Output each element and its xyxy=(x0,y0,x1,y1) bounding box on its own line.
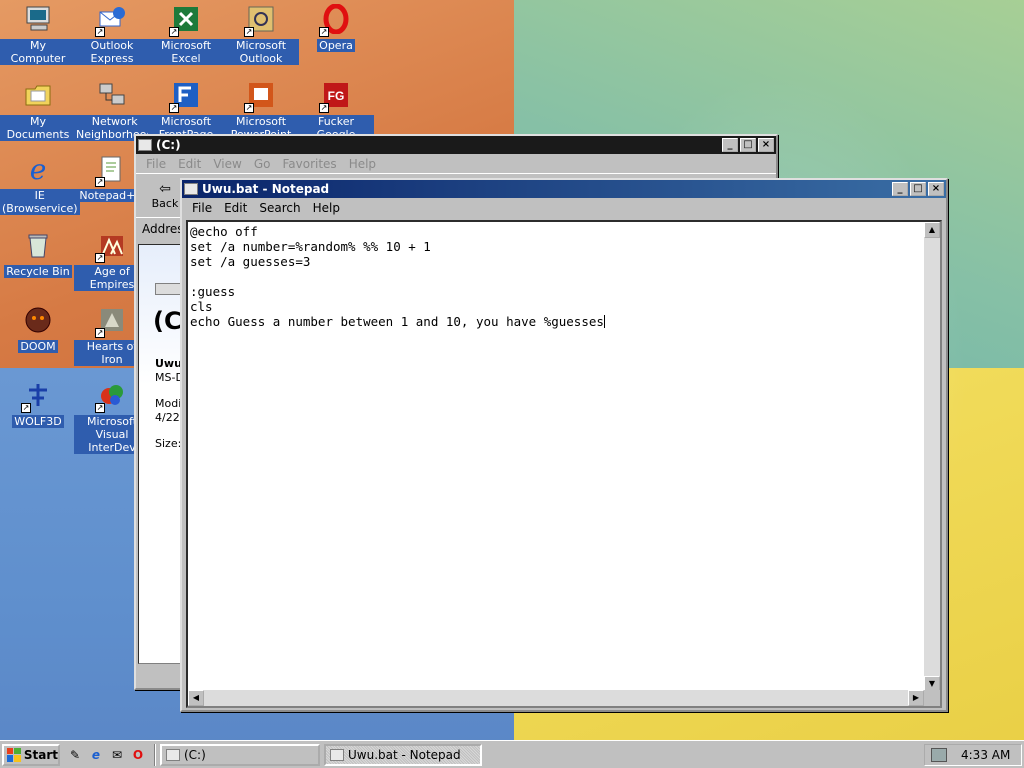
explorer-title: (C:) xyxy=(156,138,181,152)
start-label: Start xyxy=(23,747,58,762)
clock[interactable]: 4:33 AM xyxy=(961,748,1010,762)
explorer-content: (C Uwu MS-D Modi 4/22, Size: xyxy=(138,244,184,664)
notepad-content[interactable]: @echo off set /a number=%random% %% 10 +… xyxy=(190,224,605,329)
outlook-quicklaunch-icon[interactable]: ✉ xyxy=(108,746,126,764)
folder-icon xyxy=(21,78,55,112)
vertical-scrollbar[interactable]: ▲ ▼ xyxy=(924,222,940,692)
notepadpp-icon: ↗ xyxy=(95,152,129,187)
ie-icon: e xyxy=(21,152,55,186)
desktop-icon-outlook-express[interactable]: ↗ Outlook Express xyxy=(74,2,150,65)
computer-icon xyxy=(21,2,55,36)
visual-interdev-icon: ↗ xyxy=(95,378,129,413)
start-button[interactable]: Start xyxy=(2,743,60,766)
maximize-button[interactable]: □ xyxy=(910,182,926,196)
taskbar-separator xyxy=(154,743,156,766)
svg-text:e: e xyxy=(30,154,47,184)
ie-quicklaunch-icon[interactable]: e xyxy=(87,746,105,764)
frontpage-icon: ↗ xyxy=(169,78,203,113)
drive-icon xyxy=(166,748,180,761)
scroll-left-icon[interactable]: ◀ xyxy=(188,690,204,706)
tray-network-icon[interactable] xyxy=(931,747,947,762)
explorer-menu-go[interactable]: Go xyxy=(248,157,277,171)
desktop-icon-my-documents[interactable]: My Documents xyxy=(0,78,76,141)
wolf3d-icon: ↗ xyxy=(21,378,55,413)
notepad-text: @echo off set /a number=%random% %% 10 +… xyxy=(190,224,604,329)
desktop-icon-recycle-bin[interactable]: Recycle Bin xyxy=(0,228,76,278)
doom-icon xyxy=(21,303,55,337)
quick-launch: ✎ e ✉ O xyxy=(66,746,150,764)
task-explorer-label: (C:) xyxy=(184,747,206,762)
windows-flag-icon xyxy=(7,747,21,762)
explorer-menu-file[interactable]: File xyxy=(140,157,172,171)
explorer-menu-help[interactable]: Help xyxy=(343,157,382,171)
desktop-icon-frontpage[interactable]: ↗ Microsoft FrontPage xyxy=(148,78,224,141)
desktop-icon-excel[interactable]: ↗ Microsoft Excel xyxy=(148,2,224,65)
scroll-corner xyxy=(924,690,940,706)
desktop-icon-wolf3d[interactable]: ↗ WOLF3D xyxy=(0,378,76,428)
task-notepad[interactable]: Uwu.bat - Notepad xyxy=(324,743,482,766)
desktop-icon-opera[interactable]: ↗ Opera xyxy=(298,2,374,52)
system-tray: 4:33 AM xyxy=(924,743,1022,766)
hearts-of-iron-icon: ↗ xyxy=(95,303,129,338)
show-desktop-icon[interactable]: ✎ xyxy=(66,746,84,764)
notepad-text-area[interactable]: @echo off set /a number=%random% %% 10 +… xyxy=(186,220,942,708)
close-button[interactable]: × xyxy=(928,182,944,196)
explorer-menubar: File Edit View Go Favorites Help xyxy=(136,154,776,173)
fg-icon: FG ↗ xyxy=(319,78,353,113)
explorer-menu-edit[interactable]: Edit xyxy=(172,157,207,171)
taskbar: Start ✎ e ✉ O (C:) Uwu.bat - Notepad 4:3… xyxy=(0,740,1024,768)
excel-icon: ↗ xyxy=(169,2,203,37)
drive-icon xyxy=(138,139,152,151)
modified-label: Modi xyxy=(155,397,182,410)
scroll-up-icon[interactable]: ▲ xyxy=(924,222,940,238)
notepad-icon xyxy=(184,183,198,195)
task-explorer[interactable]: (C:) xyxy=(160,743,320,766)
selected-file-name: Uwu xyxy=(155,357,182,370)
opera-quicklaunch-icon[interactable]: O xyxy=(129,746,147,764)
drive-large-icon xyxy=(155,283,181,295)
notepad-menu-edit[interactable]: Edit xyxy=(218,201,253,215)
desktop-icon-powerpoint[interactable]: ↗ Microsoft PowerPoint xyxy=(223,78,299,141)
maximize-button[interactable]: □ xyxy=(740,138,756,152)
age-of-empires-icon: ↗ xyxy=(95,228,129,263)
notepad-titlebar[interactable]: Uwu.bat - Notepad _ □ × xyxy=(182,180,946,198)
outlook-express-icon: ↗ xyxy=(95,2,129,37)
notepad-window[interactable]: Uwu.bat - Notepad _ □ × File Edit Search… xyxy=(180,178,948,712)
modified-date: 4/22, xyxy=(155,411,184,424)
minimize-button[interactable]: _ xyxy=(892,182,908,196)
recycle-bin-icon xyxy=(21,228,55,262)
scroll-right-icon[interactable]: ▶ xyxy=(908,690,924,706)
desktop-icon-my-computer[interactable]: My Computer xyxy=(0,2,76,65)
powerpoint-icon: ↗ xyxy=(244,78,278,113)
explorer-menu-favorites[interactable]: Favorites xyxy=(276,157,342,171)
notepad-menu-help[interactable]: Help xyxy=(307,201,346,215)
desktop-icon-ie[interactable]: e IE (Browservice) xyxy=(0,152,80,215)
text-caret xyxy=(603,315,605,328)
desktop-icon-doom[interactable]: DOOM xyxy=(0,303,76,353)
notepad-menu-file[interactable]: File xyxy=(186,201,218,215)
notepad-menubar: File Edit Search Help xyxy=(182,198,946,217)
notepad-icon xyxy=(330,748,344,761)
notepad-menu-search[interactable]: Search xyxy=(253,201,306,215)
opera-icon: ↗ xyxy=(319,2,353,37)
minimize-button[interactable]: _ xyxy=(722,138,738,152)
horizontal-scrollbar[interactable]: ◀ ▶ xyxy=(188,690,924,706)
svg-text:FG: FG xyxy=(328,89,345,103)
desktop-icon-outlook[interactable]: ↗ Microsoft Outlook xyxy=(223,2,299,65)
explorer-titlebar[interactable]: (C:) _ □ × xyxy=(136,136,776,154)
notepad-title: Uwu.bat - Notepad xyxy=(202,182,330,196)
desktop-icon-network-neighborhood[interactable]: Network Neighborhood xyxy=(74,78,156,141)
close-button[interactable]: × xyxy=(758,138,774,152)
outlook-icon: ↗ xyxy=(244,2,278,37)
size-label: Size: xyxy=(155,437,182,450)
network-icon xyxy=(95,78,129,112)
drive-heading: (C xyxy=(153,307,182,335)
task-notepad-label: Uwu.bat - Notepad xyxy=(348,747,461,762)
explorer-menu-view[interactable]: View xyxy=(207,157,247,171)
